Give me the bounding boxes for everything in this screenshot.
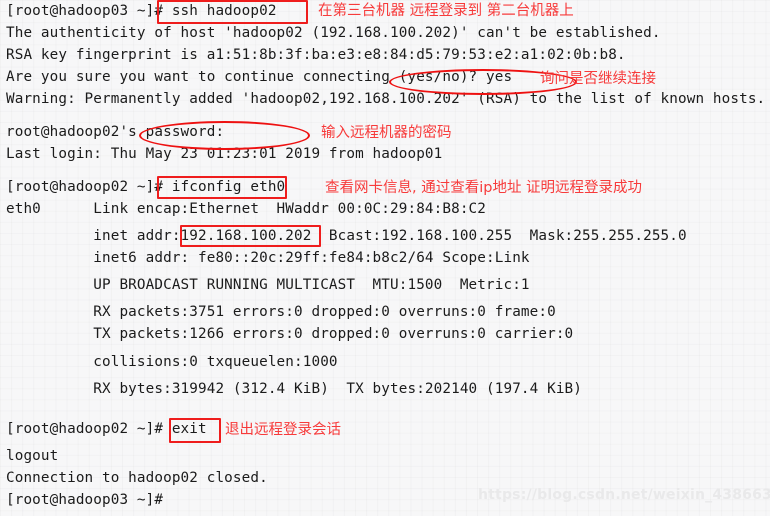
annotation-enter-password: 输入远程机器的密码 (321, 125, 452, 141)
ip-address-highlight-box (180, 225, 321, 247)
terminal-line: inet6 addr: fe80::20c:29ff:fe84:b8c2/64 … (6, 250, 530, 266)
exit-command-highlight-box (169, 418, 221, 443)
annotation-exit-session: 退出远程登录会话 (225, 422, 341, 438)
terminal-line: RX bytes:319942 (312.4 KiB) TX bytes:202… (6, 381, 583, 397)
terminal-line: UP BROADCAST RUNNING MULTICAST MTU:1500 … (6, 277, 530, 293)
terminal-line: inet addr:192.168.100.202 Bcast:192.168.… (6, 228, 687, 244)
annotation-confirm-connect: 询问是否继续连接 (540, 71, 656, 87)
terminal-line: logout (6, 448, 59, 464)
csdn-watermark: https://blog.csdn.net/weixin_43866305 (478, 487, 770, 503)
terminal-line: collisions:0 txqueuelen:1000 (6, 354, 338, 370)
password-prompt-highlight-ellipse (139, 121, 310, 150)
terminal-line: [root@hadoop03 ~]# (6, 492, 164, 508)
ssh-command-highlight-box (157, 0, 308, 24)
terminal-line: eth0 Link encap:Ethernet HWaddr 00:0C:29… (6, 201, 487, 217)
terminal-line: Warning: Permanently added 'hadoop02,192… (6, 91, 766, 107)
terminal-line: RSA key fingerprint is a1:51:8b:3f:ba:e3… (6, 47, 626, 63)
annotation-ssh-login: 在第三台机器 远程登录到 第二台机器上 (318, 3, 574, 19)
terminal-line: TX packets:1266 errors:0 dropped:0 overr… (6, 326, 574, 342)
terminal-line: The authenticity of host 'hadoop02 (192.… (6, 25, 661, 41)
terminal-line: Connection to hadoop02 closed. (6, 470, 268, 486)
screenshot-canvas: [root@hadoop03 ~]# ssh hadoop02 The authe… (0, 0, 770, 516)
terminal-line: RX packets:3751 errors:0 dropped:0 overr… (6, 304, 556, 320)
annotation-check-ip: 查看网卡信息, 通过查看ip地址 证明远程登录成功 (325, 180, 643, 196)
ifconfig-command-highlight-box (157, 176, 287, 199)
